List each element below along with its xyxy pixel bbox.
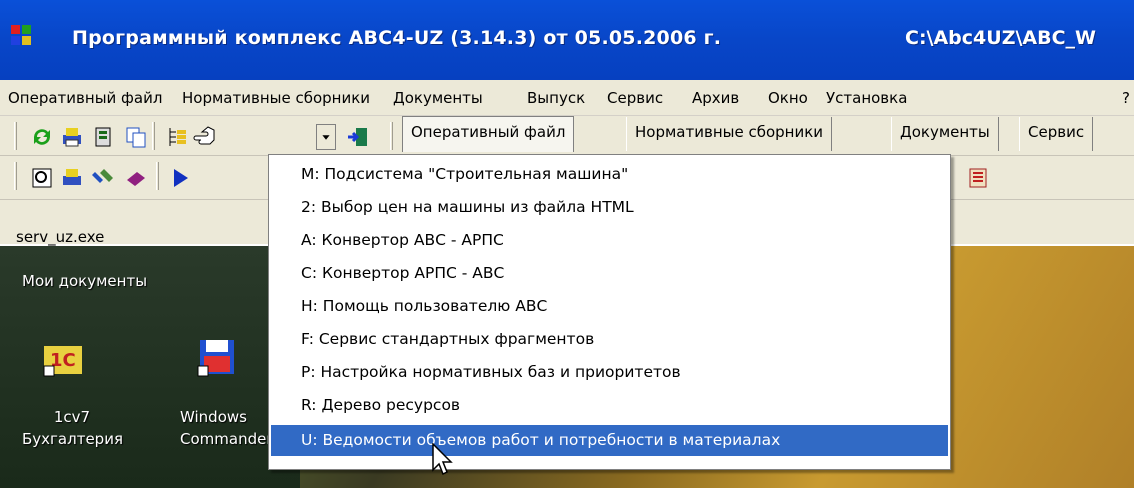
menu-item-work-volumes[interactable]: U: Ведомости объемов работ и потребности… xyxy=(271,425,948,456)
tab-normative-collections[interactable]: Нормативные сборники xyxy=(626,117,833,151)
windows-commander-icon[interactable] xyxy=(196,336,238,378)
menu-help[interactable]: ? xyxy=(1122,89,1130,107)
menu-item-converter-arps-abc[interactable]: C: Конвертор АРПС - АВС xyxy=(271,258,948,289)
menu-item-resource-tree[interactable]: R: Дерево ресурсов xyxy=(271,390,948,421)
menu-output[interactable]: Выпуск xyxy=(527,89,585,107)
tools-icon[interactable] xyxy=(92,166,116,190)
menu-item-normative-bases[interactable]: P: Настройка нормативных баз и приоритет… xyxy=(271,357,948,388)
menu-settings[interactable]: Установка xyxy=(826,89,907,107)
report-icon[interactable] xyxy=(966,166,990,190)
print-icon[interactable] xyxy=(60,125,84,149)
menu-bar: Оперативный файл Нормативные сборники До… xyxy=(0,80,1134,116)
dropdown-toggle-button[interactable] xyxy=(316,124,336,150)
hand-pointer-icon[interactable] xyxy=(193,124,217,148)
menu-archive[interactable]: Архив xyxy=(692,89,739,107)
menu-item-machine-prices-html[interactable]: 2: Выбор цен на машины из файла HTML xyxy=(271,192,948,223)
preview-icon[interactable] xyxy=(30,166,54,190)
toolbar-separator xyxy=(152,122,155,150)
1c-accounting-icon[interactable]: 1C xyxy=(42,336,84,378)
window-title: Программный комплекс АВС4-UZ (3.14.3) от… xyxy=(72,27,722,49)
play-icon[interactable] xyxy=(168,166,192,190)
exit-door-icon[interactable] xyxy=(346,125,370,149)
service-dropdown-menu: M: Подсистема "Строительная машина" 2: В… xyxy=(268,154,951,470)
refresh-icon[interactable] xyxy=(30,125,54,149)
desktop-label-my-documents[interactable]: Мои документы xyxy=(22,272,147,290)
menu-service[interactable]: Сервис xyxy=(607,89,663,107)
window-path: C:\Abc4UZ\ABC_W xyxy=(905,27,1097,49)
menu-documents[interactable]: Документы xyxy=(393,89,483,107)
toolbar-main: Оперативный файл Нормативные сборники До… xyxy=(0,116,1134,156)
desktop-label-windows-commander[interactable]: Windows Commander xyxy=(180,406,273,450)
menu-window[interactable]: Окно xyxy=(768,89,808,107)
toolbar-grip[interactable] xyxy=(14,122,17,150)
toolbar-separator-2 xyxy=(156,162,159,190)
tree-icon[interactable] xyxy=(166,125,190,149)
app-icon[interactable] xyxy=(10,24,32,46)
copy-icon[interactable] xyxy=(124,125,148,149)
document-icon[interactable] xyxy=(92,125,116,149)
toolbar-grip-2[interactable] xyxy=(390,122,393,150)
menu-item-user-help[interactable]: H: Помощь пользователю АВС xyxy=(271,291,948,322)
tab-service[interactable]: Сервис xyxy=(1019,117,1094,151)
program-name: serv_uz.exe xyxy=(16,228,105,246)
menu-item-converter-abc-arps[interactable]: A: Конвертор АВС - АРПС xyxy=(271,225,948,256)
menu-normative-collections[interactable]: Нормативные сборники xyxy=(182,89,370,107)
print-settings-icon[interactable] xyxy=(60,166,84,190)
toolbar-grip-3[interactable] xyxy=(14,162,17,190)
title-bar: Программный комплекс АВС4-UZ (3.14.3) от… xyxy=(0,0,1134,80)
mouse-cursor-icon xyxy=(432,443,453,476)
book-icon[interactable] xyxy=(124,166,148,190)
menu-operative-file[interactable]: Оперативный файл xyxy=(8,89,162,107)
menu-item-fragments-service[interactable]: F: Сервис стандартных фрагментов xyxy=(271,324,948,355)
desktop-label-1cv7[interactable]: 1cv7 Бухгалтерия xyxy=(22,406,123,450)
tab-operative-file[interactable]: Оперативный файл xyxy=(402,116,575,152)
tab-documents[interactable]: Документы xyxy=(891,117,999,151)
menu-item-construction-machine[interactable]: M: Подсистема "Строительная машина" xyxy=(271,159,948,190)
chevron-down-icon xyxy=(322,135,330,140)
